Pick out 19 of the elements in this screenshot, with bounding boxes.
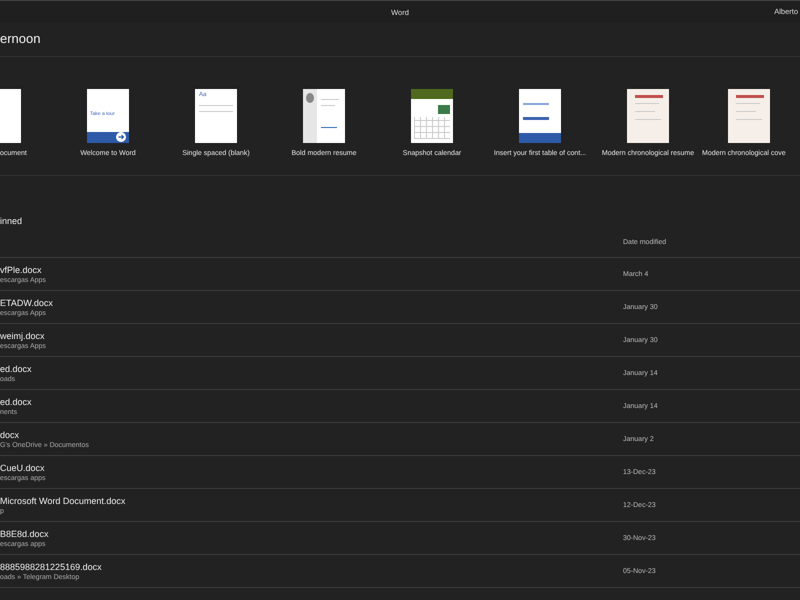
template-thumbnail[interactable]: [519, 89, 561, 143]
file-name[interactable]: Microsoft Word Document.docx: [0, 496, 623, 506]
template-thumbnail[interactable]: [411, 89, 453, 143]
template-thumbnail[interactable]: [728, 89, 770, 143]
file-name[interactable]: 8885988281225169.docx: [0, 562, 623, 572]
file-name[interactable]: ed.docx: [0, 364, 623, 374]
pinned-tab[interactable]: inned: [0, 216, 22, 226]
file-name[interactable]: vfPle.docx: [0, 264, 623, 274]
file-name[interactable]: docx: [0, 430, 623, 440]
file-name[interactable]: ed.docx: [0, 396, 623, 406]
file-name[interactable]: ETADW.docx: [0, 298, 623, 308]
arrow-icon: [116, 132, 126, 142]
greeting-heading: ernoon: [0, 23, 800, 57]
template-thumbnail[interactable]: [0, 89, 21, 143]
file-name[interactable]: weimj.docx: [0, 330, 623, 340]
template-thumbnail[interactable]: [303, 89, 345, 143]
file-name[interactable]: B8E8d.docx: [0, 528, 623, 538]
file-name[interactable]: CueU.docx: [0, 462, 623, 472]
template-thumbnail[interactable]: [627, 89, 669, 143]
